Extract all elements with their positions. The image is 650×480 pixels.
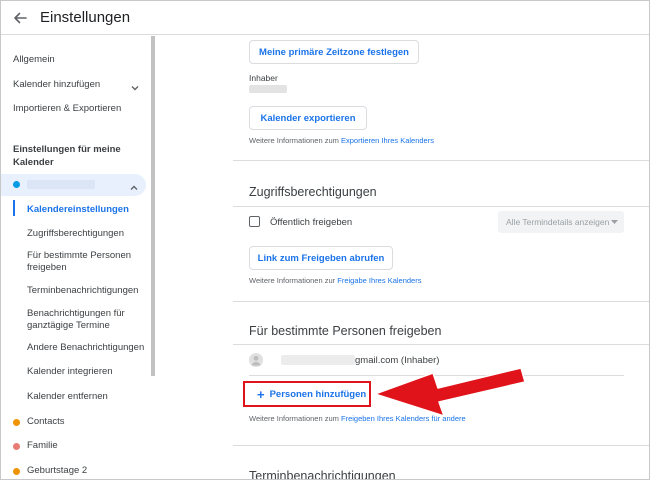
add-people-label: Personen hinzufügen xyxy=(269,388,367,400)
add-people-button[interactable]: + Personen hinzufügen xyxy=(243,381,371,407)
set-primary-timezone-button[interactable]: Meine primäre Zeitzone festlegen xyxy=(249,40,419,64)
sidebar-selected-calendar[interactable] xyxy=(1,174,146,196)
plus-icon: + xyxy=(257,386,265,402)
page-title: Einstellungen xyxy=(40,9,131,26)
share-specific-title: Für bestimmte Personen freigeben xyxy=(249,324,442,338)
avatar xyxy=(249,353,263,367)
people-info-text: Weitere Informationen zum xyxy=(249,414,341,423)
sidebar-calendar-birthdays[interactable]: Geburtstage 2 xyxy=(27,465,87,476)
event-details-select-value: Alle Termindetails anzeigen xyxy=(506,217,610,227)
export-info: Weitere Informationen zum Exportieren Ih… xyxy=(249,136,434,145)
sidebar-item-integrate-calendar[interactable]: Kalender integrieren xyxy=(27,366,147,378)
sidebar-item-share-specific[interactable]: Für bestimmte Personen freigeben xyxy=(27,250,147,274)
export-info-link[interactable]: Exportieren Ihres Kalenders xyxy=(341,136,434,145)
sidebar-item-other-notifications[interactable]: Andere Benachrichtigungen xyxy=(27,342,147,354)
birthdays-color-dot xyxy=(13,468,20,475)
sidebar-item-general[interactable]: Allgemein xyxy=(13,54,55,65)
public-share-label: Öffentlich freigeben xyxy=(270,217,353,228)
sidebar-item-remove-calendar[interactable]: Kalender entfernen xyxy=(27,391,147,403)
redacted-email xyxy=(281,355,355,365)
chevron-down-icon[interactable] xyxy=(130,80,140,91)
owner-email: gmail.com (Inhaber) xyxy=(355,355,440,366)
sidebar-item-calendar-settings[interactable]: Kalendereinstellungen xyxy=(27,204,147,216)
section-divider xyxy=(233,344,649,345)
sidebar-item-event-notifications[interactable]: Terminbenachrichtigungen xyxy=(27,285,147,297)
section-divider xyxy=(233,445,649,446)
section-divider xyxy=(233,160,649,161)
section-divider xyxy=(233,206,649,207)
familie-color-dot xyxy=(13,443,20,450)
dropdown-arrow-icon xyxy=(611,220,618,224)
share-info-text: Weitere Informationen zur xyxy=(249,276,338,285)
share-info-link[interactable]: Freigabe Ihres Kalenders xyxy=(337,276,421,285)
chevron-up-icon[interactable] xyxy=(129,180,139,190)
sidebar-scrollbar[interactable] xyxy=(151,36,155,376)
owner-label: Inhaber xyxy=(249,73,278,83)
share-info: Weitere Informationen zur Freigabe Ihres… xyxy=(249,276,421,285)
sidebar-calendar-contacts[interactable]: Contacts xyxy=(27,416,65,427)
sidebar-calendar-familie[interactable]: Familie xyxy=(27,440,58,451)
sidebar-item-access-permissions[interactable]: Zugriffsberechtigungen xyxy=(27,228,147,240)
section-divider xyxy=(233,301,649,302)
top-bar: Einstellungen xyxy=(1,1,649,35)
settings-sidebar: Allgemein Kalender hinzufügen Importiere… xyxy=(1,36,151,479)
people-info-link[interactable]: Freigeben Ihres Kalenders für andere xyxy=(341,414,466,423)
sidebar-item-add-calendar[interactable]: Kalender hinzufügen xyxy=(13,79,100,90)
sidebar-item-import-export[interactable]: Importieren & Exportieren xyxy=(13,103,121,114)
people-info: Weitere Informationen zum Freigeben Ihre… xyxy=(249,414,466,423)
back-arrow-icon[interactable] xyxy=(10,8,30,28)
redacted-owner xyxy=(249,85,287,93)
export-info-text: Weitere Informationen zum xyxy=(249,136,341,145)
redacted-calendar-name xyxy=(27,180,95,189)
row-divider xyxy=(249,375,624,376)
export-calendar-button[interactable]: Kalender exportieren xyxy=(249,106,367,130)
calendar-color-dot xyxy=(13,181,20,188)
get-share-link-button[interactable]: Link zum Freigeben abrufen xyxy=(249,246,393,270)
event-details-select[interactable]: Alle Termindetails anzeigen xyxy=(498,211,624,233)
access-permissions-title: Zugriffsberechtigungen xyxy=(249,185,377,199)
my-calendars-section-title: Einstellungen für meine Kalender xyxy=(13,144,121,168)
contacts-color-dot xyxy=(13,419,20,426)
public-share-checkbox[interactable] xyxy=(249,216,260,227)
sidebar-item-allday-notifications[interactable]: Benachrichtigungen für ganztägige Termin… xyxy=(27,308,147,332)
app-window: Einstellungen Allgemein Kalender hinzufü… xyxy=(0,0,650,480)
active-indicator xyxy=(13,200,15,216)
settings-main: Meine primäre Zeitzone festlegen Inhaber… xyxy=(161,36,649,480)
event-notifications-title: Terminbenachrichtigungen xyxy=(249,469,396,480)
